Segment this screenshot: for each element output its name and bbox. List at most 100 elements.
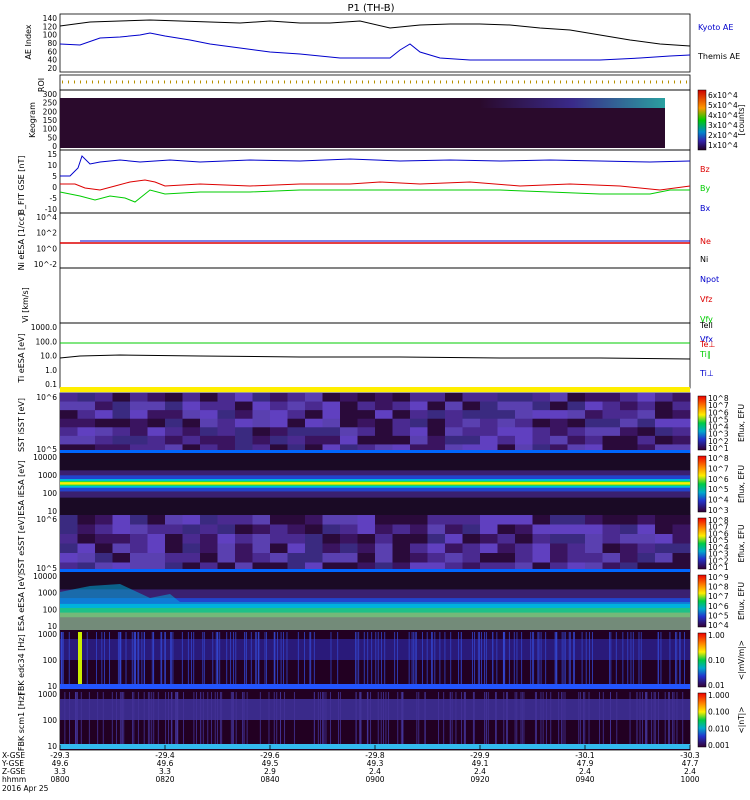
spectrogram-cell bbox=[515, 534, 533, 544]
spectrogram-cell bbox=[252, 410, 271, 420]
spectrogram-cell bbox=[410, 534, 428, 544]
spectrogram-cell bbox=[375, 435, 393, 445]
legend-themis-ae: Themis AE bbox=[697, 52, 740, 61]
keogram-panel: Keogram bbox=[28, 89, 707, 151]
panel-frame bbox=[59, 267, 691, 324]
legend-kyoto-ae: Kyoto AE bbox=[698, 23, 733, 32]
panel-frame bbox=[59, 13, 691, 73]
spectrogram-cell bbox=[165, 427, 183, 437]
spectrogram-cell bbox=[270, 543, 288, 554]
spectrogram-cell bbox=[322, 418, 341, 428]
colorbar-tick: 10^6 bbox=[708, 602, 729, 611]
spectrogram-cell bbox=[200, 418, 218, 428]
spectrogram-cell bbox=[462, 418, 481, 428]
spectrogram-cell bbox=[287, 435, 306, 445]
spectrogram-cell bbox=[217, 401, 236, 411]
ytick-label: 250 bbox=[43, 99, 58, 108]
spectrogram-cell bbox=[252, 534, 271, 544]
spectrogram-cell bbox=[147, 515, 166, 525]
esa-i-band bbox=[60, 482, 690, 485]
spectrogram-cell bbox=[77, 543, 96, 554]
legend-npot: Npot bbox=[700, 275, 719, 284]
ytick-label: 10^-2 bbox=[34, 260, 58, 269]
colorbar-tick: 10^4 bbox=[708, 496, 729, 505]
spectrogram-cell bbox=[305, 534, 323, 544]
spectrogram-cell bbox=[147, 524, 166, 535]
colorbar-tick: 0.100 bbox=[708, 708, 730, 717]
colorbar-tick: 10^7 bbox=[708, 464, 729, 473]
spectrogram-cell bbox=[620, 435, 638, 445]
spectrogram-cell bbox=[620, 427, 638, 437]
spectrogram-cell bbox=[462, 401, 481, 411]
spectrogram-cell bbox=[672, 543, 691, 554]
spectrogram-cell bbox=[252, 401, 271, 411]
ytick-label: 10000 bbox=[33, 453, 57, 462]
spectrogram-cell bbox=[410, 543, 428, 554]
fbk-burst bbox=[78, 632, 82, 684]
colorbar-tick: 10^4 bbox=[708, 621, 729, 630]
spectrogram-cell bbox=[270, 553, 288, 563]
spectrogram-cell bbox=[602, 543, 621, 554]
spectrogram-cell bbox=[445, 553, 463, 563]
spectrogram-cell bbox=[480, 435, 498, 445]
spectrogram-cell bbox=[427, 524, 446, 535]
spectrogram-cell bbox=[602, 410, 621, 420]
spectrogram-cell bbox=[77, 524, 96, 535]
spectrogram-cell bbox=[620, 543, 638, 554]
spectrogram-cell bbox=[95, 410, 113, 420]
yellow-status-bar bbox=[60, 387, 690, 392]
spectrogram-cell bbox=[200, 524, 218, 535]
spectrogram-cell bbox=[550, 410, 568, 420]
spectrogram-cell bbox=[550, 393, 568, 403]
spectrogram-cell bbox=[112, 543, 131, 554]
spectrogram-cell bbox=[77, 435, 96, 445]
spectrogram-cell bbox=[130, 553, 148, 563]
spectrogram-cell bbox=[515, 524, 533, 535]
colorbar-tick: 10^5 bbox=[708, 485, 729, 494]
spectrogram-cell bbox=[480, 418, 498, 428]
spectrogram-cell bbox=[130, 393, 148, 403]
spectrogram-cell bbox=[585, 553, 603, 563]
spectrogram-cell bbox=[427, 543, 446, 554]
spectrogram-cell bbox=[217, 393, 236, 403]
colorbar-unit: Eflux, EFU bbox=[737, 404, 746, 442]
spectrogram-cell bbox=[112, 393, 131, 403]
ytick-label: 1000 bbox=[38, 690, 57, 699]
ytick-label: 200 bbox=[43, 107, 58, 116]
keogram-bright-band bbox=[480, 98, 665, 108]
spectrogram-cell bbox=[620, 515, 638, 525]
spectrogram-cell bbox=[375, 427, 393, 437]
colorbar-unit: <|mV/m|> bbox=[737, 640, 746, 680]
spectrogram-cell bbox=[60, 543, 78, 554]
spectrogram-cell bbox=[585, 524, 603, 535]
spectrogram-cell bbox=[550, 418, 568, 428]
spectrogram-cell bbox=[305, 524, 323, 535]
spectrogram-cell bbox=[182, 410, 201, 420]
spectrogram-cell bbox=[77, 553, 96, 563]
spectrogram-cell bbox=[620, 401, 638, 411]
spectrogram-cell bbox=[532, 524, 551, 535]
spectrogram-cell bbox=[550, 534, 568, 544]
spectrogram-cell bbox=[550, 401, 568, 411]
spectrogram-cell bbox=[550, 435, 568, 445]
colorbar-tick: 10^8 bbox=[708, 583, 729, 592]
bfit-ylabel: B_FIT GSE [nT] bbox=[17, 156, 26, 215]
spectrogram-cell bbox=[60, 427, 78, 437]
colorbar-tick: 0.01 bbox=[708, 681, 725, 690]
spectrogram-cell bbox=[445, 427, 463, 437]
spectrogram-cell bbox=[672, 435, 691, 445]
spectrogram-panels bbox=[60, 393, 707, 750]
spectrogram-cell bbox=[165, 534, 183, 544]
spectrogram-cell bbox=[357, 543, 376, 554]
spectrogram-cell bbox=[392, 410, 411, 420]
spectrogram-cell bbox=[357, 418, 376, 428]
spectrogram-cell bbox=[60, 515, 78, 525]
spectrogram-cell bbox=[340, 435, 358, 445]
ti-panel: Ti eESA [eV] Tell Te⊥ Ti∥ Ti⊥ bbox=[17, 321, 715, 392]
spectrogram-cell bbox=[585, 393, 603, 403]
spectrogram-cell bbox=[200, 427, 218, 437]
spectrogram-cell bbox=[165, 543, 183, 554]
colorbar-unit: Eflux, EFU bbox=[737, 582, 746, 620]
fbk-bottom-band bbox=[60, 684, 690, 689]
spectrogram-cell bbox=[375, 524, 393, 535]
